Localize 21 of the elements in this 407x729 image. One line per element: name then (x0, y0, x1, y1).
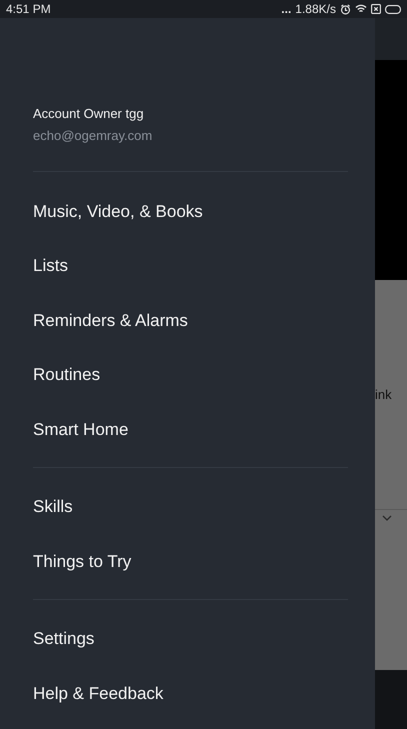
account-name: Account Owner tgg (33, 105, 145, 123)
menu-item[interactable]: Lists (33, 238, 348, 293)
menu-item[interactable]: Things to Try (33, 534, 348, 588)
sim-icon (371, 4, 381, 14)
battery-icon (385, 4, 401, 14)
bottom-bar (375, 670, 407, 729)
menu-item[interactable]: Skills (33, 480, 348, 534)
status-time: 4:51 PM (6, 1, 51, 18)
menu-item[interactable]: Smart Home (33, 402, 348, 456)
chevron-down-icon (382, 515, 392, 521)
menu-item[interactable]: Routines (33, 348, 348, 402)
link-text: ink (375, 386, 393, 404)
status-dots: ... (281, 1, 292, 18)
network-speed: 1.88K/s (295, 1, 336, 18)
account-email: echo@ogemray.com (33, 126, 154, 145)
menu-item[interactable]: Music, Video, & Books (33, 184, 348, 238)
menu-item[interactable]: Reminders & Alarms (33, 293, 348, 348)
wifi-icon (355, 4, 367, 14)
menu-item[interactable]: Help & Feedback (33, 666, 348, 720)
alarm-clock-icon (340, 4, 351, 14)
menu-item[interactable]: Settings (33, 612, 348, 666)
